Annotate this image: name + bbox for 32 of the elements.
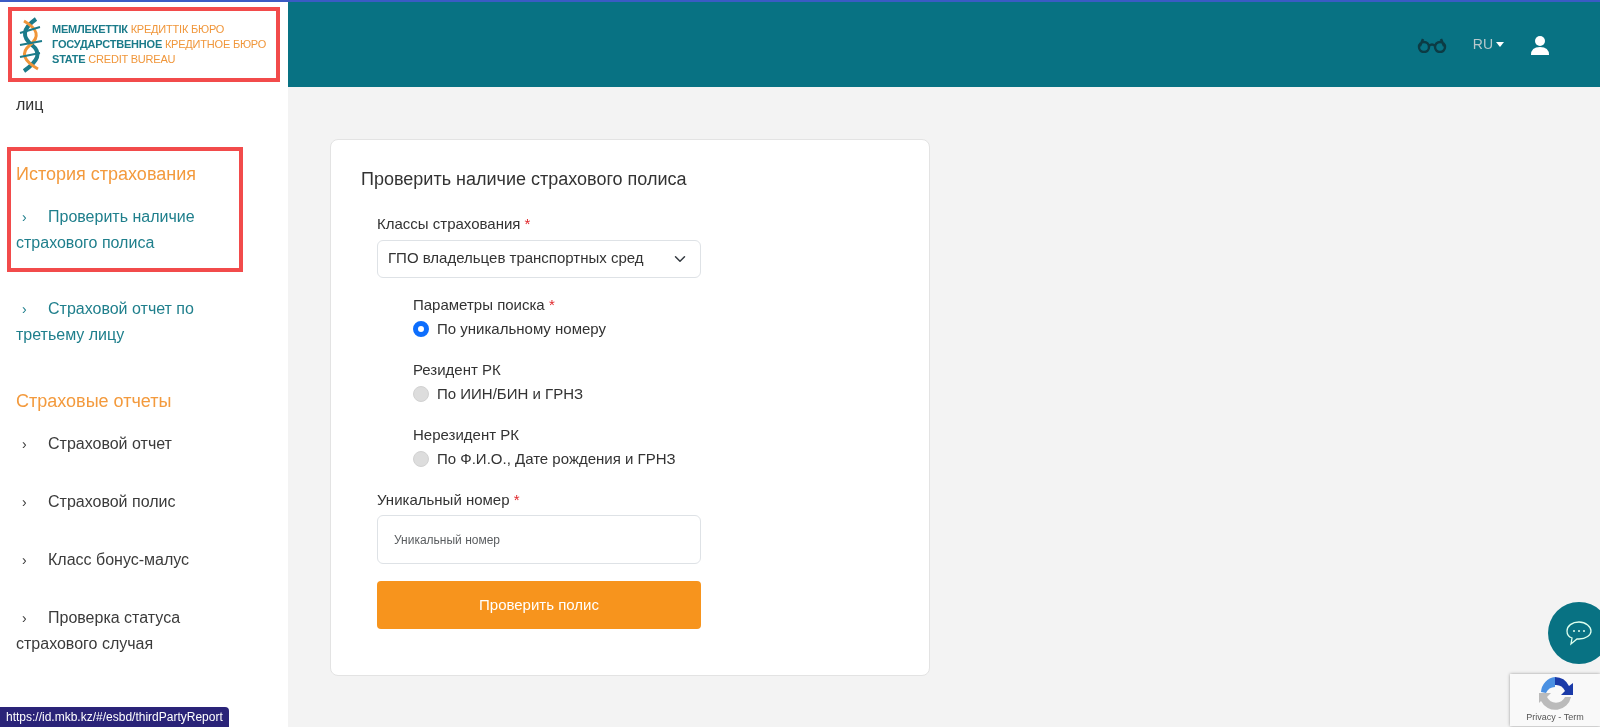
status-url: https://id.mkb.kz/#/esbd/thirdPartyReport <box>0 707 229 727</box>
sidebar-link[interactable]: › Проверить наличие страхового полиса <box>16 204 231 256</box>
radio-group-label: Нерезидент РК <box>413 424 520 445</box>
chat-icon <box>1565 620 1593 646</box>
chat-button[interactable] <box>1548 602 1600 664</box>
logo-icon <box>18 16 44 73</box>
sidebar-link[interactable]: › Страховой полис <box>16 489 231 515</box>
field-label: Уникальный номер * <box>377 489 521 510</box>
glasses-icon[interactable] <box>1416 36 1447 53</box>
radio-label: По Ф.И.О., Дате рождения и ГРНЗ <box>437 449 676 469</box>
user-icon[interactable] <box>1530 34 1550 55</box>
radio-button[interactable] <box>413 321 429 338</box>
sidebar-link[interactable]: › Страховой отчет <box>16 431 231 457</box>
sidebar-link[interactable]: › Проверка статуса страхового случая <box>16 605 231 657</box>
sidebar-link[interactable]: лиц <box>8 93 280 147</box>
field-label: Классы страхования * <box>377 214 532 234</box>
radio-group-label: Резидент РК <box>413 359 502 380</box>
unique-number-field[interactable]: Уникальный номер <box>377 515 701 564</box>
section-heading: Страховые отчеты <box>16 390 173 413</box>
radio-label: По ИИН/БИН и ГРНЗ <box>437 384 584 404</box>
logo-text: STATE CREDIT BUREAU <box>52 51 177 67</box>
recaptcha-links[interactable]: Privacy - Term <box>1526 710 1584 726</box>
radio-group-label: Параметры поиска * <box>413 294 556 315</box>
radio-label: По уникальному номеру <box>437 319 606 339</box>
logo-text: ГОСУДАРСТВЕННОЕ КРЕДИТНОЕ БЮРО <box>52 37 267 52</box>
sidebar-link[interactable]: › Страховой отчет по третьему лицу <box>16 296 231 348</box>
logo-text: МЕМЛЕКЕТТІК КРЕДИТТІК БЮРО <box>52 22 226 38</box>
sidebar-link[interactable]: › Класс бонус-малус <box>16 547 231 573</box>
section-heading: История страхования <box>16 163 197 186</box>
caret-icon <box>1496 42 1504 47</box>
insurance-class-select[interactable]: ГПО владельцев транспортных сред <box>377 239 701 278</box>
form-title: Проверить наличие страхового полиса <box>361 168 688 191</box>
